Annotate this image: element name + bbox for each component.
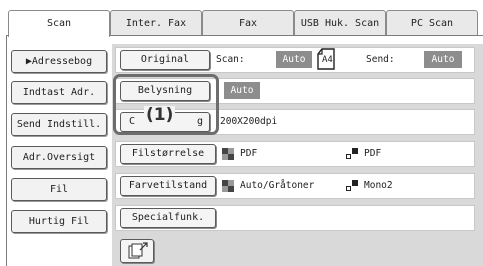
callout-number: (1) <box>144 105 176 125</box>
special-modes-button[interactable]: Specialfunk. <box>120 208 216 228</box>
preview-button[interactable] <box>120 239 154 263</box>
bw-grid-icon <box>222 180 234 192</box>
send-settings-button[interactable]: Send Indstill. <box>11 113 107 136</box>
color-mode-color-value: Auto/Gråtoner <box>240 180 315 191</box>
tab-usb-scan[interactable]: USB Huk. Scan <box>294 10 386 36</box>
send-label: Send: <box>366 54 395 65</box>
enter-address-button[interactable]: Indtast Adr. <box>11 81 107 104</box>
file-format-button[interactable]: Filstørrelse <box>120 144 216 164</box>
panel-left-border <box>6 36 7 266</box>
bw-format-value: PDF <box>240 148 258 159</box>
resolution-value: 200X200dpi <box>220 116 278 127</box>
tab-internet-fax[interactable]: Inter. Fax <box>110 10 202 36</box>
paper-size-label: A4 <box>322 55 333 65</box>
color-square-icon <box>346 180 358 192</box>
address-review-button[interactable]: Adr.Oversigt <box>11 146 107 169</box>
color-mode-bw-value: Mono2 <box>364 180 393 191</box>
address-book-button[interactable]: ▶Adressebog <box>11 50 107 73</box>
bw-grid-icon <box>222 148 234 160</box>
tab-pc-scan[interactable]: PC Scan <box>386 10 478 36</box>
color-square-icon <box>346 148 358 160</box>
file-button[interactable]: Fil <box>11 178 107 201</box>
tab-scan[interactable]: Scan <box>8 10 110 37</box>
scan-value-badge: Auto <box>276 51 312 68</box>
original-button[interactable]: Original <box>120 50 210 70</box>
scan-label: Scan: <box>216 54 245 65</box>
color-format-value: PDF <box>364 148 382 159</box>
exposure-value-badge: Auto <box>224 82 260 99</box>
quick-file-button[interactable]: Hurtig Fil <box>11 210 107 233</box>
send-value-badge: Auto <box>424 51 462 68</box>
color-mode-button[interactable]: Farvetilstand <box>120 176 216 196</box>
tab-fax[interactable]: Fax <box>202 10 294 36</box>
edit-preview-icon <box>128 242 148 259</box>
